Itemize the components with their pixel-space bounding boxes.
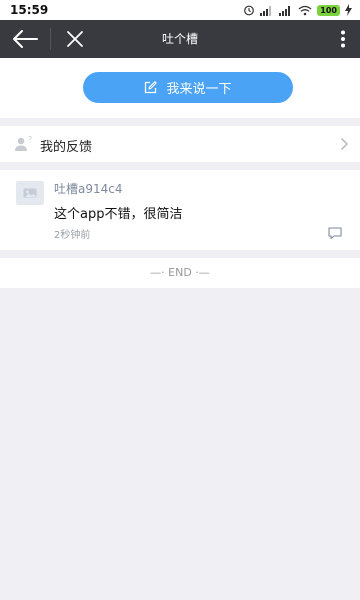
chevron-right-icon bbox=[340, 137, 349, 151]
svg-text:?: ? bbox=[28, 135, 32, 144]
alarm-icon bbox=[244, 5, 255, 16]
edit-icon bbox=[145, 81, 158, 94]
end-label: —· END ·— bbox=[150, 266, 210, 279]
wifi-icon bbox=[298, 5, 312, 15]
my-feedback-row[interactable]: ? 我的反馈 bbox=[0, 126, 360, 162]
user-question-icon: ? bbox=[15, 135, 32, 151]
signal-icon-2 bbox=[279, 5, 291, 16]
battery-indicator: 100 bbox=[317, 4, 340, 16]
my-feedback-label: 我的反馈 bbox=[40, 140, 93, 155]
speak-button[interactable]: 我来说一下 bbox=[83, 72, 293, 103]
charging-icon bbox=[345, 4, 352, 16]
nav-bar: 吐个槽 bbox=[0, 20, 360, 58]
action-section: 我来说一下 bbox=[0, 58, 360, 118]
signal-icon bbox=[260, 5, 272, 16]
more-options-icon[interactable] bbox=[340, 30, 346, 48]
list-end: —· END ·— bbox=[0, 258, 360, 288]
avatar-placeholder-icon bbox=[23, 188, 37, 198]
status-time: 15:59 bbox=[10, 3, 49, 17]
status-icons: 100 bbox=[243, 3, 352, 17]
comment-timestamp: 2秒钟前 bbox=[54, 230, 91, 241]
speak-button-label: 我来说一下 bbox=[166, 82, 232, 97]
status-bar: 15:59 100 bbox=[0, 0, 360, 20]
page-title: 吐个槽 bbox=[161, 32, 198, 46]
reply-icon[interactable] bbox=[328, 227, 342, 239]
comment-item: 吐槽a914c4 这个app不错，很简洁 2秒钟前 bbox=[0, 170, 360, 250]
comment-text: 这个app不错，很简洁 bbox=[54, 207, 183, 222]
avatar bbox=[16, 181, 44, 205]
comment-username[interactable]: 吐槽a914c4 bbox=[54, 180, 123, 197]
